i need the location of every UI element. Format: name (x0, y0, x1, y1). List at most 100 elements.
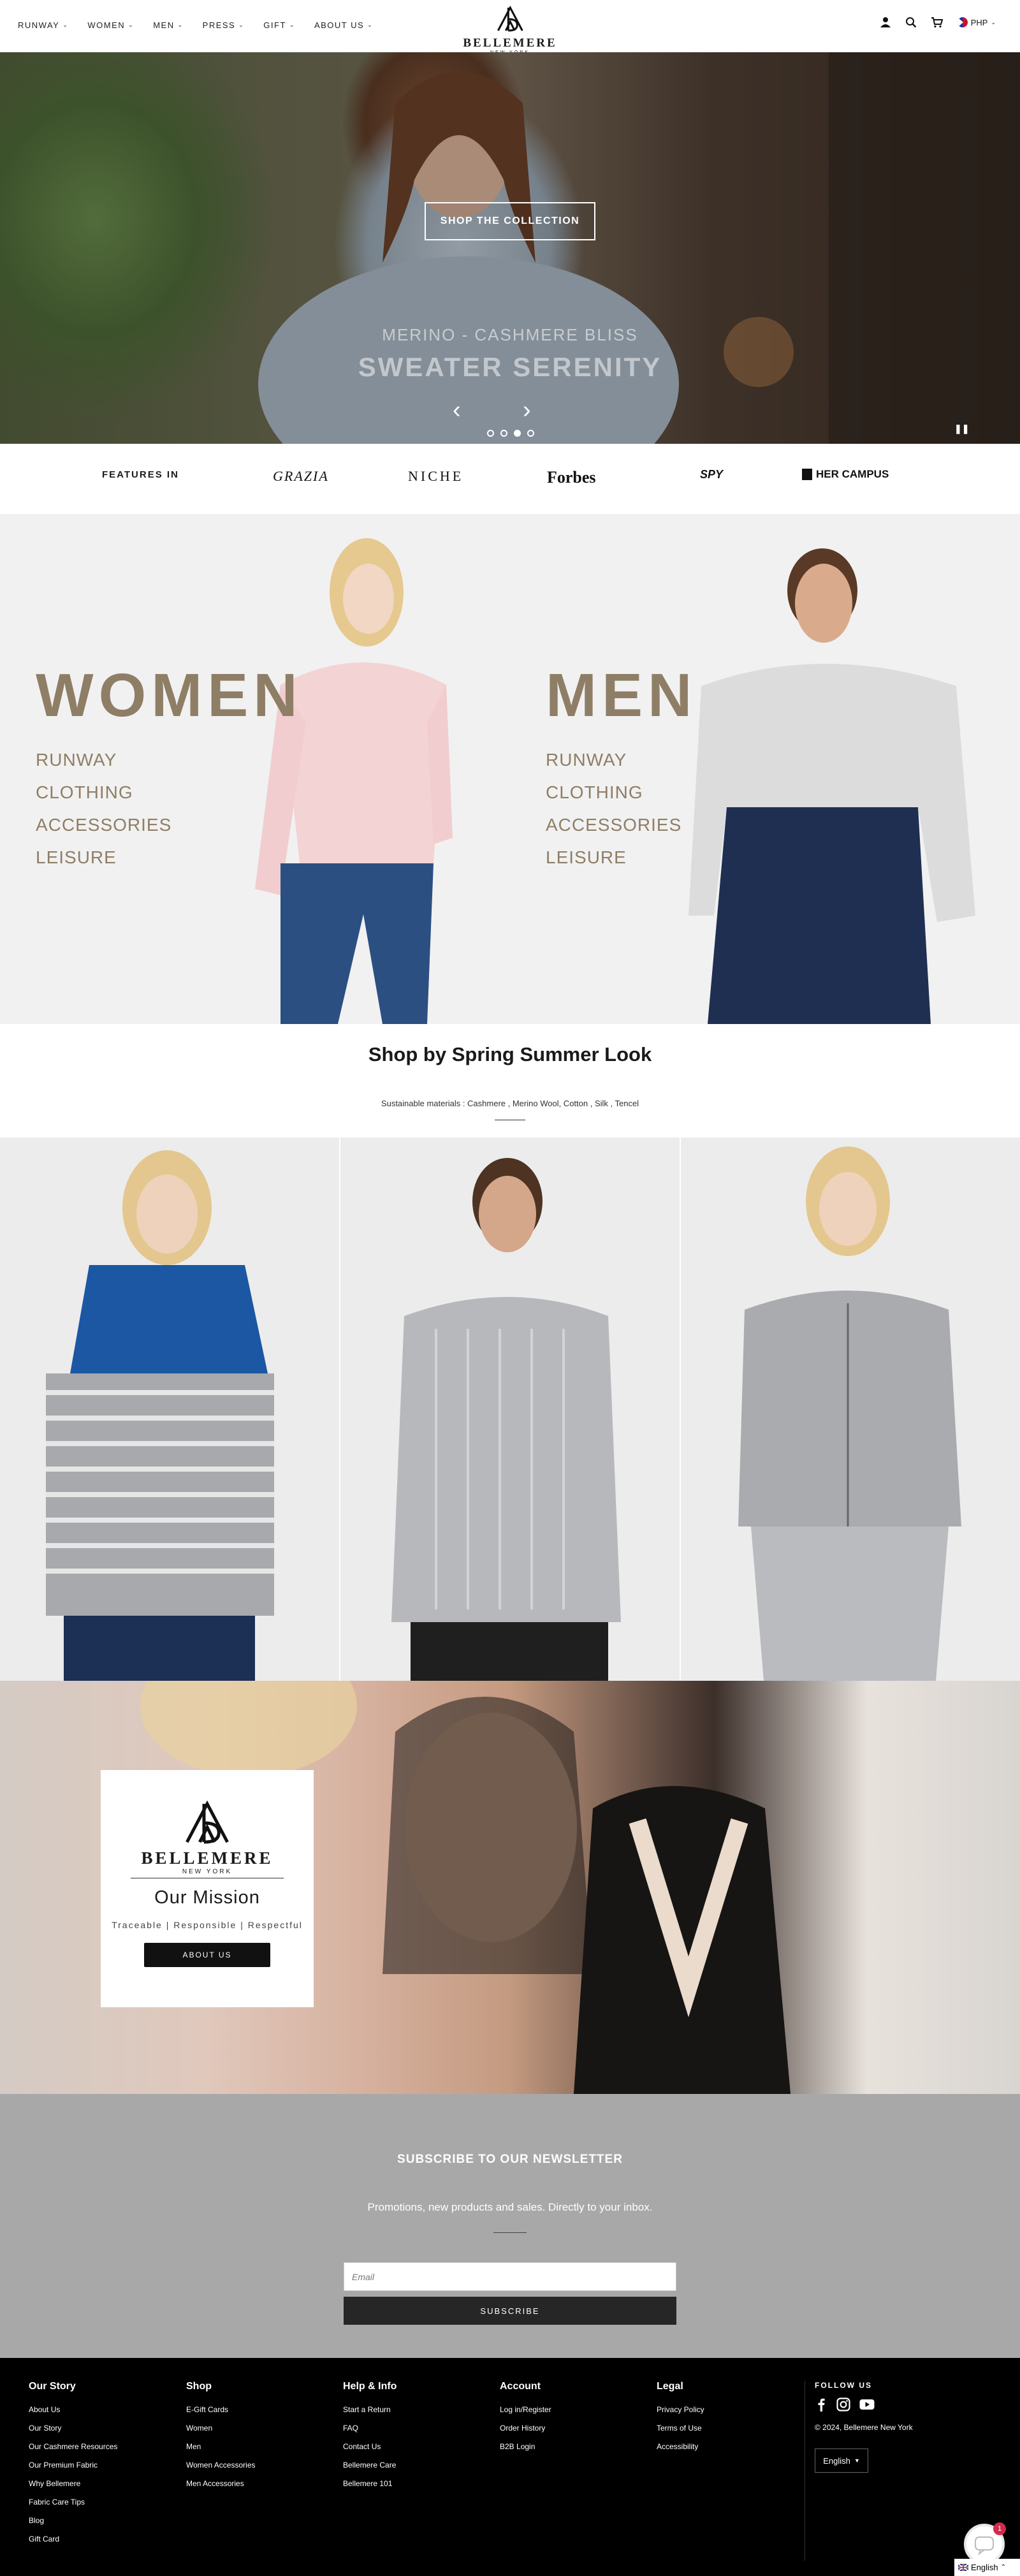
men-title[interactable]: MEN (546, 661, 697, 731)
footer-follow: FOLLOW US © 2024, Bellemere New York Eng… (815, 2381, 913, 2473)
footer-link[interactable]: Fabric Care Tips (29, 2498, 117, 2516)
main-nav: RUNWAY ⌄ WOMEN ⌄ MEN ⌄ PRESS ⌄ GIFT ⌄ ABOUT U… (18, 20, 373, 30)
footer-link[interactable]: Women (186, 2424, 256, 2442)
philippines-flag-icon (957, 17, 968, 27)
look-card-men-cable[interactable] (340, 1138, 681, 1681)
cart-icon[interactable] (931, 17, 943, 28)
email-field[interactable]: Email (344, 2262, 676, 2291)
footer-link[interactable]: Men Accessories (186, 2479, 256, 2498)
uk-flag-icon (958, 2564, 968, 2571)
chevron-down-icon: ⌄ (238, 22, 245, 28)
nav-label: WOMEN (87, 20, 126, 30)
spring-summer-subtitle: Sustainable materials : Cashmere , Merin… (381, 1099, 639, 1108)
slide-dot[interactable] (527, 430, 534, 437)
women-accessories-link[interactable]: ACCESSORIES (36, 815, 171, 847)
men-links: RUNWAY CLOTHING ACCESSORIES LEISURE (546, 750, 681, 880)
footer-link[interactable]: B2B Login (500, 2442, 551, 2461)
women-leisure-link[interactable]: LEISURE (36, 847, 171, 880)
footer-link[interactable]: Privacy Policy (657, 2405, 704, 2424)
footer-link[interactable]: Bellemere 101 (343, 2479, 397, 2498)
slide-dot[interactable] (487, 430, 494, 437)
footer-col-help-info: Help & Info Start a Return FAQ Contact U… (343, 2381, 397, 2498)
pause-icon[interactable]: ❚❚ (954, 423, 969, 434)
women-title[interactable]: WOMEN (36, 661, 303, 731)
nav-press[interactable]: PRESS ⌄ (203, 20, 245, 30)
footer-link[interactable]: E-Gift Cards (186, 2405, 256, 2424)
footer-heading: Account (500, 2381, 541, 2392)
prev-slide-icon[interactable]: ‹ (453, 397, 461, 424)
women-runway-link[interactable]: RUNWAY (36, 750, 171, 782)
mission-card: BELLEMERE NEW YORK Our Mission Traceable… (101, 1770, 314, 2007)
look-image (391, 1158, 621, 1681)
men-model-image[interactable] (688, 539, 994, 1024)
press-name: HER CAMPUS (816, 468, 889, 480)
hero-subtitle: MERINO - CASHMERE BLISS (382, 325, 638, 344)
nav-label: GIFT (263, 20, 286, 30)
slide-dot-active[interactable] (514, 430, 521, 437)
press-logo-niche: NICHE (408, 468, 464, 484)
youtube-icon[interactable] (859, 2397, 875, 2411)
search-icon[interactable] (905, 17, 917, 28)
spring-summer-title: Shop by Spring Summer Look (368, 1043, 652, 1065)
next-slide-icon[interactable]: › (523, 397, 531, 424)
shop-collection-button[interactable]: SHOP THE COLLECTION (425, 202, 595, 240)
footer-link[interactable]: FAQ (343, 2424, 397, 2442)
footer-link[interactable]: Our Story (29, 2424, 117, 2442)
newsletter-section: SUBSCRIBE TO OUR NEWSLETTER Promotions, … (0, 2094, 1020, 2358)
site-logo[interactable]: BELLEMERE NEW YORK (463, 5, 557, 55)
look-image (738, 1146, 961, 1681)
footer-link[interactable]: Blog (29, 2516, 117, 2535)
footer-link[interactable]: Log in/Register (500, 2405, 551, 2424)
caret-down-icon: ▼ (854, 2457, 860, 2464)
look-grid (0, 1138, 1020, 1681)
currency-selector[interactable]: PHP ⌄ (957, 17, 996, 27)
footer-link[interactable]: Order History (500, 2424, 551, 2442)
newsletter-subtitle: Promotions, new products and sales. Dire… (367, 2201, 653, 2213)
language-selector[interactable]: English ▼ (815, 2448, 868, 2473)
look-card-women-zip[interactable] (681, 1138, 1020, 1681)
nav-gift[interactable]: GIFT ⌄ (263, 20, 295, 30)
footer-link[interactable]: Bellemere Care (343, 2461, 397, 2479)
footer-link[interactable]: Our Premium Fabric (29, 2461, 117, 2479)
nav-label: ABOUT US (314, 20, 365, 30)
nav-runway[interactable]: RUNWAY ⌄ (18, 20, 68, 30)
translate-bar[interactable]: English ⌃ (954, 2559, 1020, 2576)
nav-men[interactable]: MEN ⌄ (153, 20, 183, 30)
women-model-image[interactable] (255, 532, 453, 1024)
chevron-up-icon: ⌃ (1000, 2564, 1007, 2571)
men-clothing-link[interactable]: CLOTHING (546, 782, 681, 815)
about-us-button[interactable]: ABOUT US (144, 1943, 270, 1967)
chevron-down-icon: ⌄ (62, 22, 69, 28)
footer-link[interactable]: Gift Card (29, 2535, 117, 2553)
instagram-icon[interactable] (836, 2397, 850, 2411)
subscribe-button[interactable]: SUBSCRIBE (344, 2297, 676, 2325)
footer-col-legal: Legal Privacy Policy Terms of Use Access… (657, 2381, 704, 2461)
nav-women[interactable]: WOMEN ⌄ (87, 20, 134, 30)
footer-link[interactable]: Start a Return (343, 2405, 397, 2424)
mission-logo-sub: NEW YORK (131, 1868, 284, 1878)
account-icon[interactable] (880, 17, 891, 28)
footer-link[interactable]: Our Cashmere Resources (29, 2442, 117, 2461)
men-leisure-link[interactable]: LEISURE (546, 847, 681, 880)
slide-dot[interactable] (500, 430, 507, 437)
footer-link[interactable]: About Us (29, 2405, 117, 2424)
her-campus-icon (802, 469, 812, 480)
women-clothing-link[interactable]: CLOTHING (36, 782, 171, 815)
chevron-down-icon: ⌄ (367, 22, 374, 28)
footer-link[interactable]: Why Bellemere (29, 2479, 117, 2498)
footer-link[interactable]: Women Accessories (186, 2461, 256, 2479)
men-accessories-link[interactable]: ACCESSORIES (546, 815, 681, 847)
footer-link[interactable]: Men (186, 2442, 256, 2461)
chevron-down-icon: ⌄ (991, 18, 996, 26)
logo-name: BELLEMERE (463, 36, 557, 50)
men-runway-link[interactable]: RUNWAY (546, 750, 681, 782)
look-card-women-striped[interactable] (0, 1138, 340, 1681)
footer-link[interactable]: Contact Us (343, 2442, 397, 2461)
footer-link[interactable]: Accessibility (657, 2442, 704, 2461)
nav-about-us[interactable]: ABOUT US ⌄ (314, 20, 373, 30)
chat-badge: 1 (993, 2522, 1006, 2535)
footer-link[interactable]: Terms of Use (657, 2424, 704, 2442)
facebook-icon[interactable] (815, 2397, 827, 2411)
women-links: RUNWAY CLOTHING ACCESSORIES LEISURE (36, 750, 171, 880)
press-logo-her-campus: HER CAMPUS (802, 468, 889, 481)
